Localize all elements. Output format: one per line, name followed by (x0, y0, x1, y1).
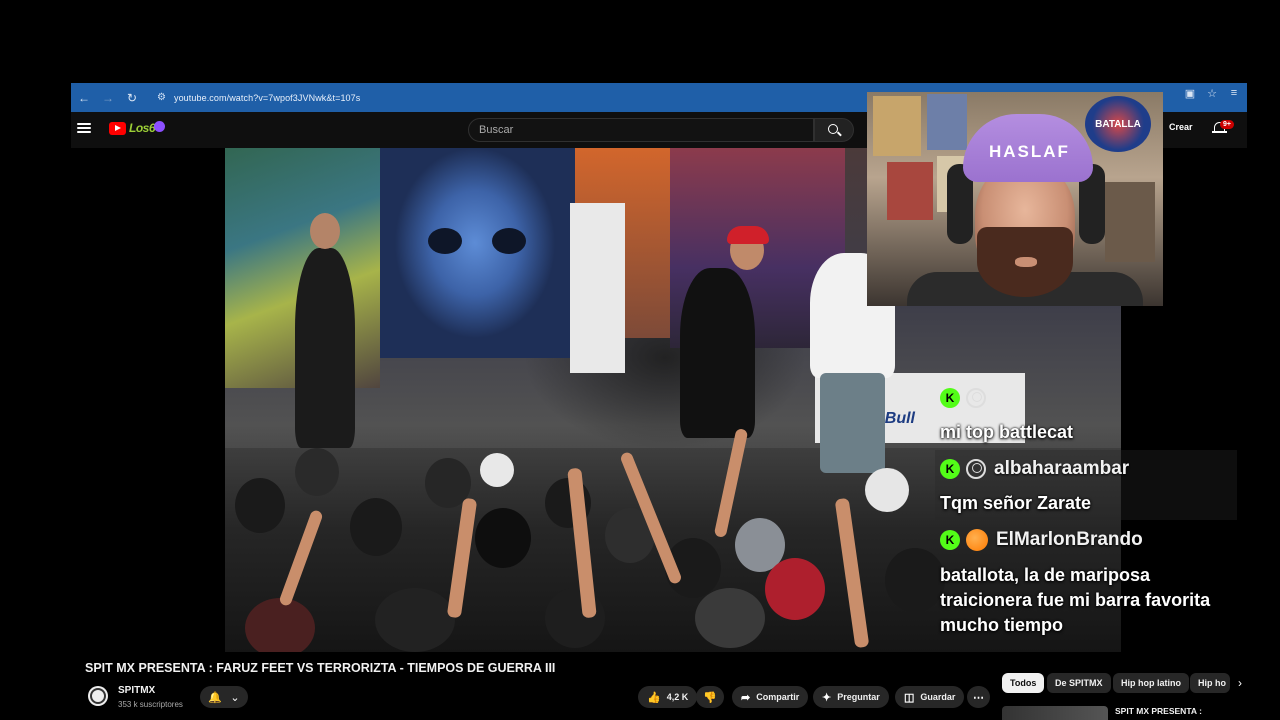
chat-username: albaharaambar (994, 458, 1130, 479)
chat-row: K albaharaambar (940, 456, 1129, 482)
reading-list-icon[interactable]: ≡ (1227, 87, 1241, 100)
skull-mural (380, 148, 575, 358)
share-label: Compartir (756, 692, 800, 702)
ask-label: Preguntar (837, 692, 880, 702)
channel-name[interactable]: SPITMX (118, 685, 155, 696)
wall-poster (1105, 182, 1155, 262)
dislike-button[interactable]: 👎 (696, 686, 724, 708)
kick-icon: K (940, 459, 960, 479)
share-button[interactable]: ➦ Compartir (732, 686, 809, 708)
stream-chat-overlay: K mi top battlecat K albaharaambar Tqm s… (932, 388, 1242, 645)
logo-dot (154, 120, 166, 132)
cameraman-head (310, 213, 340, 249)
kick-icon: K (940, 530, 960, 550)
chat-message: Tqm señor Zarate (940, 493, 1092, 513)
search-icon (828, 124, 838, 134)
browser-actions: ▣ ☆ ≡ (1183, 87, 1241, 100)
doorway-light (570, 203, 625, 373)
youtube-logo[interactable]: Los6 (109, 120, 166, 135)
sparkle-icon: ✦ (822, 691, 832, 704)
wall-poster (873, 96, 921, 156)
recommended-thumbnail[interactable] (1002, 706, 1108, 720)
webcam-overlay: BATALLA HASLAF (867, 92, 1163, 306)
site-info-icon[interactable]: ⚙ (157, 92, 166, 103)
chat-row-partial: K (940, 388, 986, 408)
create-button[interactable]: Crear (1169, 122, 1193, 132)
chevron-right-icon[interactable]: › (1238, 676, 1242, 690)
forward-icon[interactable]: → (97, 87, 119, 109)
more-actions-button[interactable]: ⋯ (967, 686, 990, 708)
chevron-down-icon: ⌄ (230, 691, 240, 704)
chip-hip-hop[interactable]: Hip ho (1190, 673, 1230, 693)
search-input[interactable]: Buscar (468, 118, 814, 142)
more-icon: ⋯ (973, 691, 984, 704)
search-button[interactable] (814, 118, 854, 142)
notifications-badge: 9+ (1220, 120, 1234, 129)
thumbs-down-icon: 👎 (703, 691, 717, 704)
avatar-default-icon (966, 388, 986, 408)
kick-icon: K (940, 388, 960, 408)
cap-text: HASLAF (989, 142, 1070, 161)
rapper-black-shirt (680, 268, 755, 438)
recommended-title[interactable]: SPIT MX PRESENTA : (1115, 706, 1202, 716)
save-button[interactable]: ◫ Guardar (895, 686, 965, 708)
subscription-bell-button[interactable]: 🔔 ⌄ (200, 686, 248, 708)
like-count: 4,2 K (666, 692, 689, 702)
chip-hip-hop-latino[interactable]: Hip hop latino (1113, 673, 1189, 693)
streamer-mouth (1015, 257, 1037, 267)
avatar-default-icon (966, 459, 986, 479)
batalla-logo: BATALLA (1085, 96, 1151, 152)
save-label: Guardar (920, 692, 956, 702)
bookmark-icon: ◫ (904, 691, 915, 704)
avatar-image (966, 529, 988, 551)
subscriber-count: 353 k suscriptores (118, 700, 183, 709)
youtube-play-icon (109, 121, 126, 135)
install-icon[interactable]: ▣ (1183, 87, 1197, 100)
red-cap (727, 226, 769, 244)
like-button[interactable]: 👍 4,2 K (638, 686, 698, 708)
ask-button[interactable]: ✦ Preguntar (813, 686, 889, 708)
reload-icon[interactable]: ↻ (121, 87, 143, 109)
chip-all[interactable]: Todos (1002, 673, 1045, 693)
screen: ← → ↻ ⚙ youtube.com/watch?v=7wpof3JVNwk&… (0, 0, 1280, 720)
back-icon[interactable]: ← (73, 87, 95, 109)
share-icon: ➦ (741, 691, 751, 704)
wall-poster (887, 162, 933, 220)
chip-channel[interactable]: De SPITMX (1047, 673, 1111, 693)
bell-icon: 🔔 (208, 691, 223, 704)
chat-row: K ElMarlonBrando (940, 527, 1143, 553)
address-bar[interactable]: ⚙ youtube.com/watch?v=7wpof3JVNwk&t=107s (151, 87, 366, 109)
channel-avatar[interactable] (88, 686, 108, 706)
rapper-shorts (820, 373, 885, 473)
chat-message: batallota, la de mariposa traicionera fu… (940, 565, 1211, 635)
chat-username: ElMarlonBrando (996, 529, 1143, 550)
bookmark-star-icon[interactable]: ☆ (1205, 87, 1219, 100)
wall-poster (927, 94, 967, 150)
chat-message: mi top battlecat (940, 422, 1074, 442)
menu-icon[interactable] (77, 121, 91, 135)
cameraman (295, 248, 355, 448)
logo-doodle: Los6 (129, 121, 156, 135)
thumbs-up-icon: 👍 (647, 691, 661, 704)
url-text[interactable]: youtube.com/watch?v=7wpof3JVNwk&t=107s (174, 93, 360, 103)
video-title: SPIT MX PRESENTA : FARUZ FEET VS TERRORI… (85, 661, 556, 675)
